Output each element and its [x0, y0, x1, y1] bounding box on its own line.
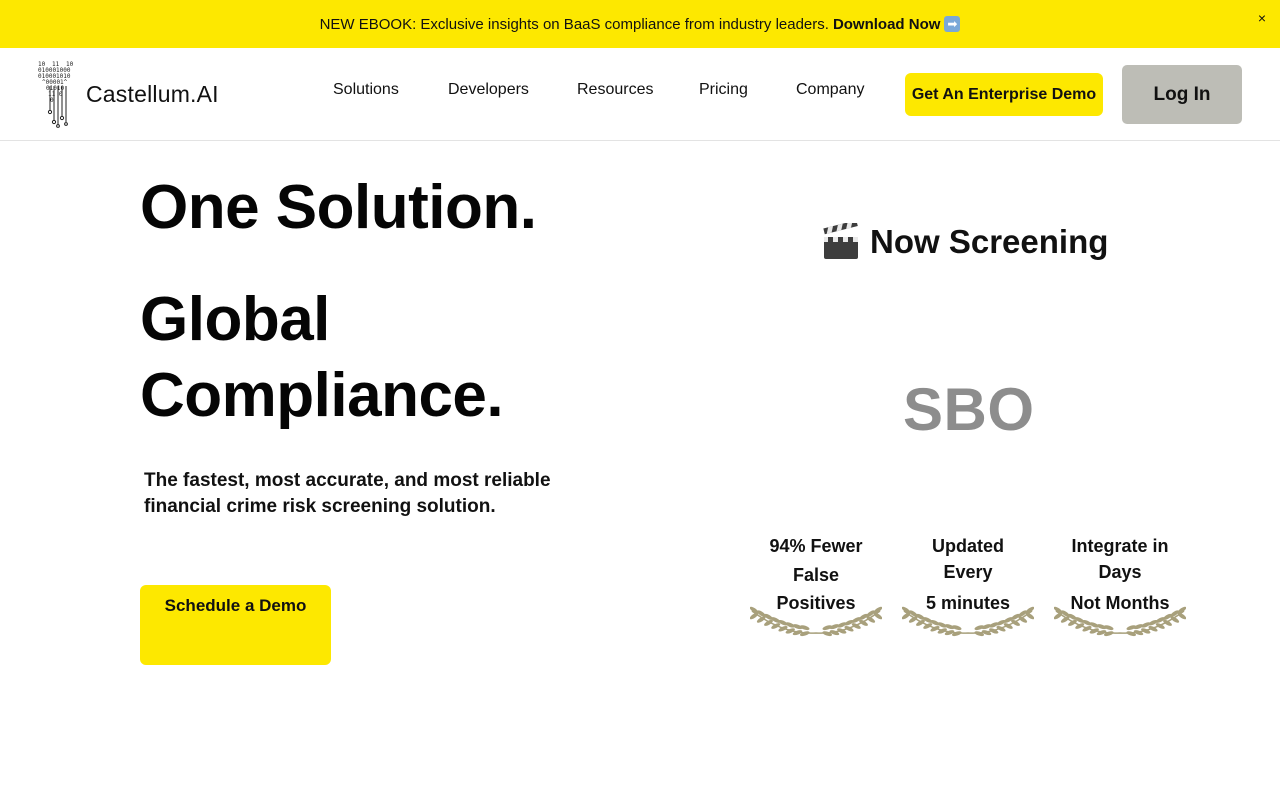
arrow-right-icon: ➡	[944, 16, 961, 32]
svg-text:0: 0	[50, 97, 54, 104]
nav-item-resources[interactable]: Resources	[577, 81, 653, 99]
login-button[interactable]: Log In	[1122, 65, 1242, 124]
hero-subtitle: The fastest, most accurate, and most rel…	[144, 470, 551, 517]
top-navigation: 10 11 10 010001000 010001010 ^00001^ 01010…	[0, 48, 1280, 141]
now-screening-label: Now Screening	[870, 223, 1109, 260]
close-banner-button[interactable]: ×	[1258, 10, 1266, 26]
nav-item-pricing[interactable]: Pricing	[699, 81, 748, 99]
award-line: 94% Fewer	[769, 536, 863, 556]
award-line: Days	[1098, 562, 1142, 582]
hero-title-line-1: One Solution.	[140, 173, 537, 242]
award-line: False	[792, 565, 840, 585]
enterprise-demo-button[interactable]: Get An Enterprise Demo	[905, 73, 1103, 116]
nav-item-developers[interactable]: Developers	[448, 81, 529, 99]
download-now-link[interactable]: Download Now	[833, 16, 941, 33]
now-screening-heading: Now Screening	[822, 223, 1108, 261]
award-line: Positives	[776, 593, 856, 613]
hero-title-line-2: Global Compliance.	[140, 285, 504, 430]
award-integrate-in-days: Integrate in Days Not Months	[1050, 533, 1190, 643]
award-line: Every	[943, 562, 993, 582]
schedule-demo-button[interactable]: Schedule a Demo	[140, 585, 331, 665]
promo-banner: NEW EBOOK: Exclusive insights on BaaS co…	[0, 0, 1280, 48]
award-line: Updated	[932, 536, 1004, 556]
brand-name: Castellum.AI	[86, 80, 219, 107]
nav-item-solutions[interactable]: Solutions	[333, 81, 399, 99]
award-line: Integrate in	[1071, 536, 1169, 556]
award-fewer-false-positives: 94% Fewer False Positives	[746, 533, 886, 643]
screening-acronym: SBO	[903, 376, 1035, 443]
award-updated-every: Updated Every 5 minutes	[898, 533, 1038, 643]
promo-banner-text: NEW EBOOK: Exclusive insights on BaaS co…	[319, 15, 829, 33]
nav-item-company[interactable]: Company	[796, 81, 864, 99]
clapperboard-icon	[823, 223, 858, 259]
logo-mark-icon: 10 11 10 010001000 010001010 ^00001^ 01010…	[38, 61, 74, 128]
award-line: 5 minutes	[925, 593, 1011, 613]
award-line: Not Months	[1070, 593, 1170, 613]
brand-logo[interactable]: 10 11 10 010001000 010001010 ^00001^ 01010…	[36, 60, 219, 128]
